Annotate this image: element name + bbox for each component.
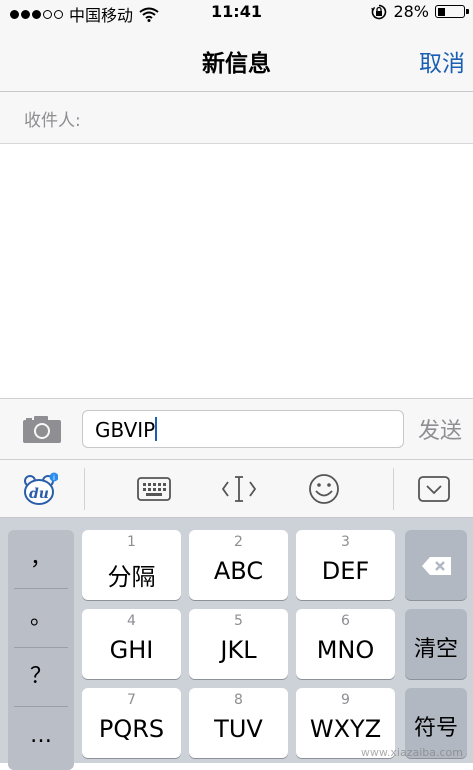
compose-bar: GBVIP 发送	[0, 398, 473, 460]
key-1[interactable]: 1 分隔	[82, 530, 181, 600]
message-thread-area	[0, 144, 473, 398]
key-label: GHI	[109, 636, 154, 664]
key-6[interactable]: 6 MNO	[296, 609, 395, 679]
key-label: DEF	[321, 557, 370, 585]
clear-button[interactable]: 清空	[405, 609, 467, 679]
send-button[interactable]: 发送	[418, 413, 462, 445]
text-caret	[155, 417, 157, 441]
key-number: 9	[341, 692, 350, 708]
svg-text:i: i	[53, 474, 55, 482]
cancel-button[interactable]: 取消	[419, 44, 465, 78]
key-number: 8	[234, 692, 243, 708]
battery-fill	[437, 7, 445, 16]
status-right-group: 28%	[371, 2, 469, 21]
keyboard-icon[interactable]	[136, 472, 172, 506]
backspace-icon	[422, 557, 451, 575]
key-label: TUV	[214, 715, 263, 743]
key-label: MNO	[316, 636, 375, 664]
battery-percent: 28%	[393, 2, 429, 21]
key-number: 2	[234, 534, 243, 550]
keyboard-toolbar: du i	[0, 460, 473, 518]
toolbar-divider	[84, 468, 85, 510]
keyboard: ， 。 ？ … 1 分隔 2 ABC 3 DEF 4 GHI 5 JKL 6 M…	[0, 518, 473, 770]
baidu-logo-icon[interactable]: du i	[22, 472, 58, 506]
emoji-icon[interactable]	[306, 472, 342, 506]
toolbar-divider	[393, 468, 394, 510]
key-number: 3	[341, 534, 350, 550]
key-number: 4	[127, 613, 136, 629]
symbol-label: 符号	[413, 716, 458, 741]
recipient-row: 收件人:	[0, 92, 473, 144]
clear-label: 清空	[413, 637, 458, 662]
key-number: 7	[127, 692, 136, 708]
key-number: 1	[127, 534, 136, 550]
key-question[interactable]: ？	[8, 648, 74, 706]
rotation-lock-icon	[371, 4, 387, 19]
key-period[interactable]: 。	[8, 589, 74, 647]
message-input-text: GBVIP	[95, 418, 156, 442]
battery-icon	[435, 5, 469, 18]
collapse-keyboard-icon[interactable]	[416, 472, 452, 506]
key-label: PQRS	[98, 715, 165, 743]
navigation-bar: 新信息 取消	[0, 24, 473, 92]
key-7[interactable]: 7 PQRS	[82, 688, 181, 758]
key-2[interactable]: 2 ABC	[189, 530, 288, 600]
key-3[interactable]: 3 DEF	[296, 530, 395, 600]
key-label: 分隔	[107, 563, 156, 591]
status-bar: 中国移动 11:41 28%	[0, 0, 473, 25]
key-comma[interactable]: ，	[8, 530, 74, 588]
watermark: www.xiazaiba.com	[360, 746, 463, 759]
key-label: JKL	[220, 636, 257, 664]
recipient-input[interactable]	[90, 100, 460, 136]
key-number: 6	[341, 613, 350, 629]
cursor-icon[interactable]	[221, 472, 257, 506]
punctuation-column: ， 。 ？ …	[8, 530, 74, 770]
delete-button[interactable]	[405, 530, 467, 600]
key-8[interactable]: 8 TUV	[189, 688, 288, 758]
recipient-label: 收件人:	[24, 111, 81, 131]
key-ellipsis[interactable]: …	[8, 707, 74, 765]
key-label: WXYZ	[309, 715, 382, 743]
key-5[interactable]: 5 JKL	[189, 609, 288, 679]
baidu-logo-text: du	[29, 486, 49, 502]
key-label: ABC	[213, 557, 264, 585]
camera-icon[interactable]	[22, 414, 62, 444]
key-4[interactable]: 4 GHI	[82, 609, 181, 679]
message-input[interactable]: GBVIP	[82, 410, 404, 448]
page-title: 新信息	[202, 51, 271, 77]
key-number: 5	[234, 613, 243, 629]
